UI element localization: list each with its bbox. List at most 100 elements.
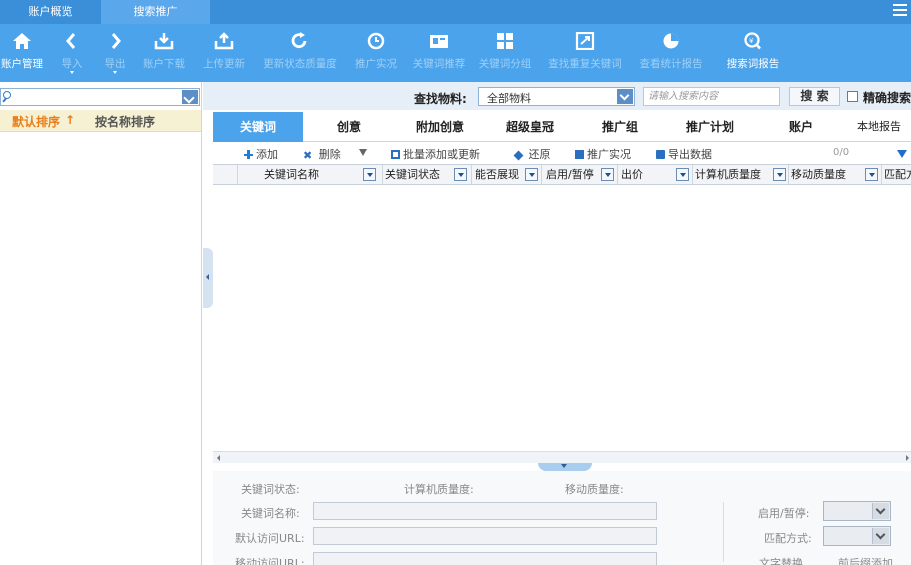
tab-extra-creatives[interactable]: 附加创意 [395,112,485,142]
account-manage-button[interactable]: 账户管理 [0,24,44,82]
keyword-name-label: 关键词名称: [241,507,300,520]
promotion-live-action[interactable]: 推广实况 [575,146,631,162]
prefix-suffix-link[interactable]: 前后缀添加 [838,555,893,565]
tab-ad-group[interactable]: 推广组 [575,112,665,142]
column-can-display[interactable]: 能否展现 [472,165,542,184]
column-filter-dropdown[interactable] [676,168,689,181]
mobile-url-field[interactable] [313,552,657,565]
arrow-right-icon[interactable] [906,455,909,461]
sort-default-button[interactable]: 默认排序 [12,113,60,130]
keyword-recommend-icon [430,35,448,48]
mobile-quality-label: 移动质量度: [565,483,624,496]
find-duplicate-button[interactable]: 查找重复关键词 [545,24,625,82]
horizontal-scrollbar[interactable] [213,451,911,463]
triangle-down-icon [359,149,367,156]
upload-update-button[interactable]: 上传更新 [201,24,247,82]
keyword-name-field[interactable] [313,502,657,520]
text-replace-link[interactable]: 文字替换 [759,555,803,565]
import-icon [66,33,76,49]
restore-icon [513,150,524,161]
keyword-status-label: 关键词状态: [241,483,300,496]
filter-dropdown[interactable] [359,146,370,159]
column-match-type[interactable]: 匹配方式 [882,165,911,184]
material-select[interactable]: 全部物料 [478,87,635,106]
import-button[interactable]: 导入 [56,24,88,82]
tab-creatives[interactable]: 创意 [303,112,395,142]
delete-button[interactable]: ✖ 删除 [303,146,341,162]
column-enable-pause[interactable]: 启用/暂停 [542,165,618,184]
pie-chart-icon [663,33,679,49]
top-tab-bar: 账户概览 搜索推广 [0,0,911,24]
export-data-button[interactable]: 导出数据 [656,146,712,162]
add-button[interactable]: 添加 [244,146,278,162]
tab-campaign[interactable]: 推广计划 [665,112,755,142]
tab-local-report[interactable]: 本地报告 [847,112,911,142]
main-content: 查找物料: 全部物料 搜 索 精确搜索 关键词 创意 附加创意 超级皇冠 推广组… [203,82,911,565]
tab-account[interactable]: 账户 [755,112,847,142]
upload-icon [214,32,234,50]
find-material-label: 查找物料: [414,92,467,106]
export-button[interactable]: 导出 [98,24,132,82]
promotion-live-button[interactable]: 推广实况 [352,24,400,82]
exact-search-label: 精确搜索 [863,91,911,105]
column-bid[interactable]: 出价 [618,165,693,184]
clock-icon [367,32,385,50]
restore-button[interactable]: 还原 [513,146,551,162]
export-icon [656,150,665,159]
column-filter-dropdown[interactable] [363,168,376,181]
pc-quality-label: 计算机质量度: [404,483,474,496]
keyword-recommend-button[interactable]: 关键词推荐 [410,24,468,82]
enable-pause-select[interactable] [823,501,891,521]
chevron-down-icon[interactable] [182,90,198,104]
grid-body [213,186,911,451]
sort-by-name-button[interactable]: 按名称排序 [95,113,155,130]
update-quality-button[interactable]: 更新状态质量度 [259,24,341,82]
main-toolbar: 账户管理 导入 导出 账户下载 上传更新 更新状态质量度 推广实况 关键词推荐 … [0,24,911,82]
tree-search-box[interactable] [0,88,200,106]
tab-super-crown[interactable]: 超级皇冠 [485,112,575,142]
keyword-group-button[interactable]: 关键词分组 [476,24,534,82]
match-type-select[interactable] [823,526,891,546]
close-icon: ✖ [303,149,313,162]
chevron-down-icon [70,71,74,74]
search-button[interactable]: 搜 索 [789,87,840,106]
detail-panel: 关键词状态: 计算机质量度: 移动质量度: 关键词名称: 默认访问URL: 移动… [213,471,911,565]
detail-divider [723,502,724,562]
panel-collapse-handle[interactable] [203,248,213,308]
column-filter-dropdown[interactable] [525,168,538,181]
search-term-report-button[interactable]: ¥ 搜索词报告 [721,24,785,82]
batch-add-button[interactable]: 批量添加或更新 [391,146,480,162]
column-filter-dropdown[interactable] [865,168,878,181]
column-filter-dropdown[interactable] [601,168,614,181]
account-download-button[interactable]: 账户下载 [140,24,188,82]
refresh-icon [291,32,307,48]
grid-icon [497,33,513,49]
column-mobile-quality[interactable]: 移动质量度 [789,165,882,184]
duplicate-search-icon [575,32,595,50]
chevron-down-icon [113,71,117,74]
account-tree-panel: 默认排序 ↑ 按名称排序 [0,82,202,565]
column-filter-dropdown[interactable] [773,168,786,181]
column-keyword-name[interactable]: 关键词名称 [238,165,383,184]
statistics-report-button[interactable]: 查看统计报告 [636,24,706,82]
column-keyword-status[interactable]: 关键词状态 [383,165,472,184]
detail-splitter-handle[interactable] [538,463,592,471]
chevron-down-icon [617,89,633,104]
search-report-icon: ¥ [744,32,761,50]
tab-search-promotion[interactable]: 搜索推广 [101,0,210,24]
tab-keywords[interactable]: 关键词 [213,112,303,142]
exact-search-checkbox[interactable] [847,91,858,102]
selection-count: 0/0 [833,147,850,158]
tab-account-overview[interactable]: 账户概览 [0,0,101,24]
arrow-left-icon[interactable] [217,455,220,461]
column-pc-quality[interactable]: 计算机质量度 [693,165,789,184]
default-url-field[interactable] [313,527,657,545]
triangle-down-icon[interactable] [897,150,907,158]
export-icon [111,33,121,49]
column-filter-dropdown[interactable] [454,168,467,181]
chevron-down-icon [872,503,889,519]
menu-icon[interactable] [893,4,907,18]
live-icon [575,150,584,159]
search-row: 查找物料: 全部物料 搜 索 精确搜索 [203,82,911,110]
search-input[interactable] [643,87,780,106]
